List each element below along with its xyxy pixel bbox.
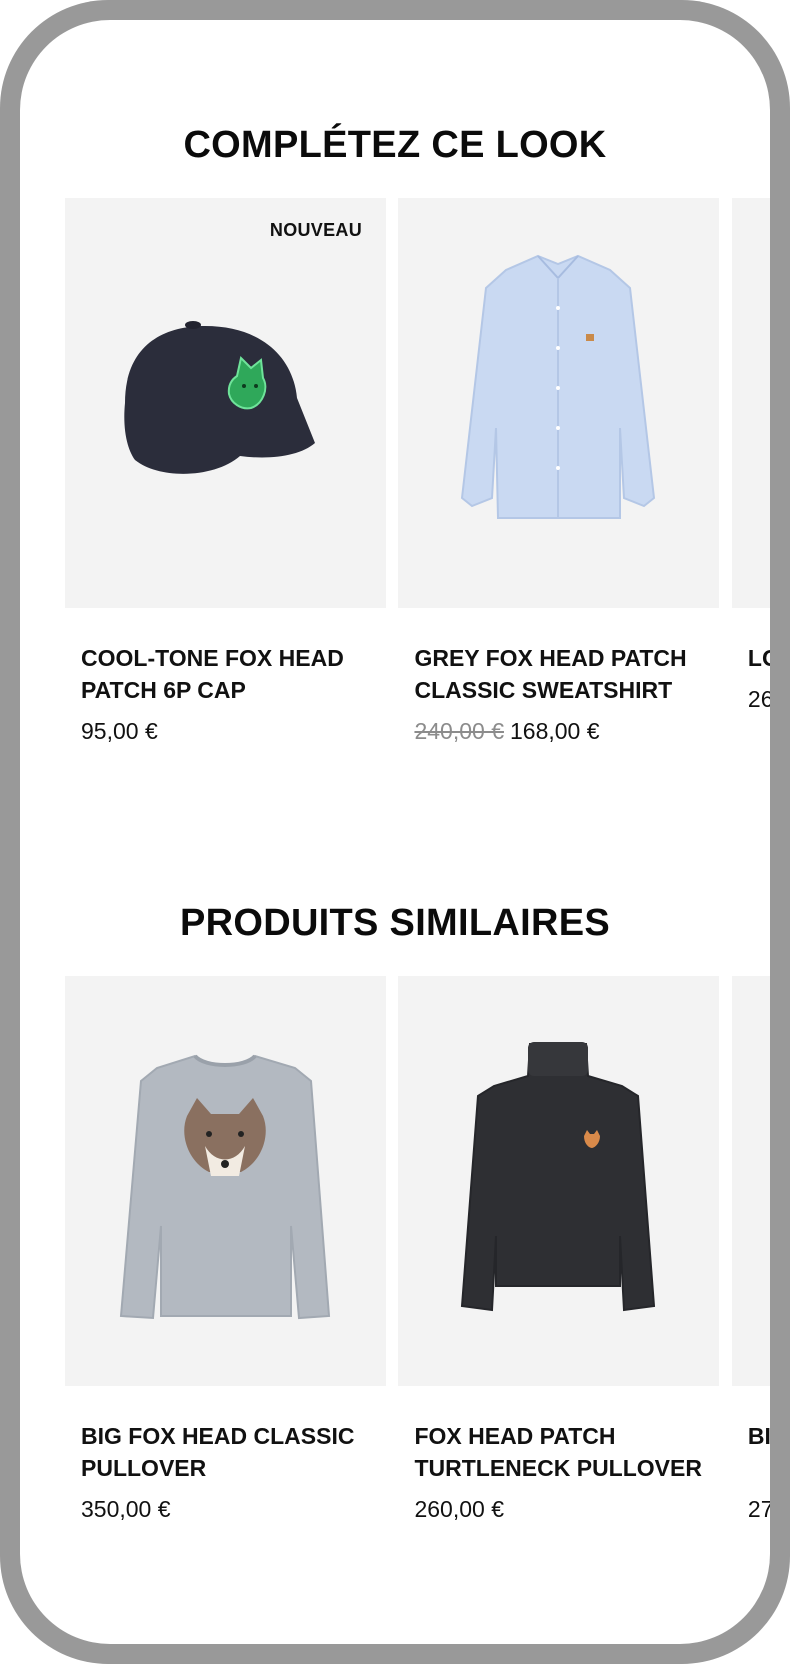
current-price: 260,00 € (414, 1496, 504, 1522)
product-name[interactable]: GREY FOX HEAD PATCH CLASSIC SWEATSHIRT (414, 642, 703, 706)
current-price: 26( (747, 686, 770, 712)
product-name[interactable]: LO (748, 642, 770, 674)
product-image[interactable] (65, 976, 386, 1386)
similar-products-carousel[interactable]: BIG FOX HEAD CLASSIC PULLOVER 350,00 € F… (65, 976, 770, 1523)
complete-look-carousel[interactable]: NOUVEAU COOL-TONE FOX HEAD PATCH 6P CAP … (65, 198, 770, 745)
section-title-complete-look: COMPLÉTEZ CE LOOK (183, 124, 607, 166)
product-price: 350,00 € (81, 1496, 370, 1523)
product-image[interactable] (398, 976, 720, 1386)
product-price: 26( (748, 686, 770, 713)
current-price: 350,00 € (81, 1496, 171, 1522)
phone-frame: COMPLÉTEZ CE LOOK NOUVEAU COOL-TONE FOX … (0, 0, 790, 1664)
fox-pullover-image (119, 1054, 331, 1320)
sale-price: 168,00 € (509, 718, 600, 744)
product-card[interactable]: NOUVEAU COOL-TONE FOX HEAD PATCH 6P CAP … (65, 198, 386, 745)
product-card-partial[interactable]: LO 26( (731, 198, 770, 713)
product-card[interactable]: FOX HEAD PATCH TURTLENECK PULLOVER 260,0… (398, 976, 720, 1523)
product-price: 95,00 € (81, 718, 370, 745)
product-name[interactable]: FOX HEAD PATCH TURTLENECK PULLOVER (414, 1420, 703, 1484)
product-name[interactable]: BIG JA (748, 1420, 770, 1484)
product-card[interactable]: BIG FOX HEAD CLASSIC PULLOVER 350,00 € (65, 976, 386, 1523)
original-price: 240,00 € (414, 718, 504, 744)
section-title-similar-products: PRODUITS SIMILAIRES (179, 902, 611, 944)
current-price: 27( (747, 1496, 770, 1522)
shirt-image (461, 254, 656, 519)
product-card[interactable]: GREY FOX HEAD PATCH CLASSIC SWEATSHIRT 2… (398, 198, 720, 745)
product-image[interactable] (731, 198, 770, 608)
product-image[interactable] (398, 198, 720, 608)
product-price: 27( (748, 1496, 770, 1523)
screen: COMPLÉTEZ CE LOOK NOUVEAU COOL-TONE FOX … (20, 20, 770, 1644)
product-name[interactable]: COOL-TONE FOX HEAD PATCH 6P CAP (81, 642, 370, 706)
product-image[interactable] (731, 976, 770, 1386)
cap-image (124, 321, 315, 474)
product-image[interactable]: NOUVEAU (65, 198, 386, 608)
product-price: 240,00 €168,00 € (414, 718, 703, 745)
turtleneck-image (461, 1042, 656, 1312)
product-card-partial[interactable]: BIG JA 27( (731, 976, 770, 1523)
product-price: 260,00 € (414, 1496, 703, 1523)
product-name[interactable]: BIG FOX HEAD CLASSIC PULLOVER (81, 1420, 370, 1484)
current-price: 95,00 € (81, 718, 158, 744)
